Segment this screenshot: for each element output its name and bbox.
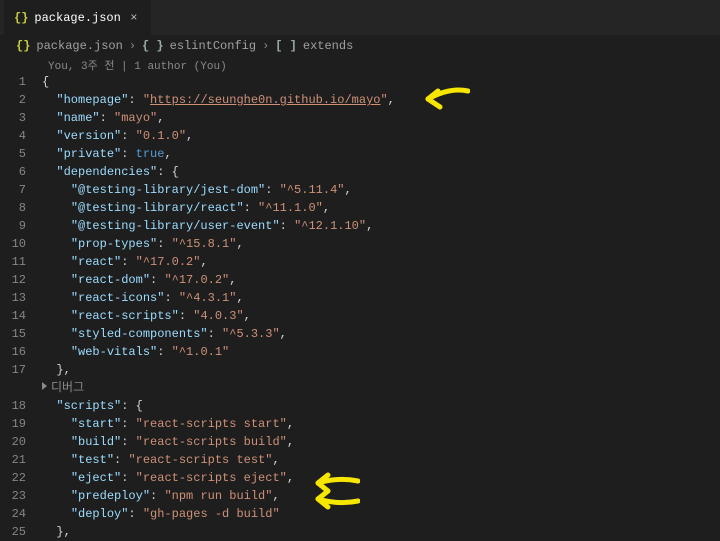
code-content[interactable]: "predeploy": "npm run build", xyxy=(42,487,720,505)
breadcrumbs[interactable]: {} package.json › { } eslintConfig › [ ]… xyxy=(0,35,720,57)
code-content[interactable]: "eject": "react-scripts eject", xyxy=(42,469,720,487)
line-number: 3 xyxy=(0,109,42,127)
code-content[interactable]: "build": "react-scripts build", xyxy=(42,433,720,451)
json-icon: {} xyxy=(14,11,28,25)
code-line[interactable]: 7 "@testing-library/jest-dom": "^5.11.4"… xyxy=(0,181,720,199)
line-number: 25 xyxy=(0,523,42,541)
code-content[interactable]: "react-icons": "^4.3.1", xyxy=(42,289,720,307)
line-number: 17 xyxy=(0,361,42,379)
line-number: 15 xyxy=(0,325,42,343)
triangle-icon xyxy=(42,382,47,390)
code-content[interactable]: "react-dom": "^17.0.2", xyxy=(42,271,720,289)
code-line[interactable]: 1{ xyxy=(0,73,720,91)
line-number: 20 xyxy=(0,433,42,451)
code-content[interactable]: { xyxy=(42,73,720,91)
line-number: 9 xyxy=(0,217,42,235)
code-content[interactable]: "styled-components": "^5.3.3", xyxy=(42,325,720,343)
line-number: 7 xyxy=(0,181,42,199)
line-number: 13 xyxy=(0,289,42,307)
code-content[interactable]: "name": "mayo", xyxy=(42,109,720,127)
code-content[interactable]: "scripts": { xyxy=(42,397,720,415)
code-content[interactable]: "version": "0.1.0", xyxy=(42,127,720,145)
tab-package-json[interactable]: {} package.json × xyxy=(4,0,151,35)
code-line[interactable]: 13 "react-icons": "^4.3.1", xyxy=(0,289,720,307)
code-content[interactable]: "@testing-library/user-event": "^12.1.10… xyxy=(42,217,720,235)
code-line[interactable]: 2 "homepage": "https://seunghe0n.github.… xyxy=(0,91,720,109)
code-line[interactable]: 19 "start": "react-scripts start", xyxy=(0,415,720,433)
line-number: 6 xyxy=(0,163,42,181)
line-number: 2 xyxy=(0,91,42,109)
array-icon: [ ] xyxy=(275,39,297,53)
line-number: 22 xyxy=(0,469,42,487)
code-line[interactable]: 10 "prop-types": "^15.8.1", xyxy=(0,235,720,253)
code-line[interactable]: 5 "private": true, xyxy=(0,145,720,163)
line-number: 5 xyxy=(0,145,42,163)
code-content[interactable]: "@testing-library/jest-dom": "^5.11.4", xyxy=(42,181,720,199)
line-number: 11 xyxy=(0,253,42,271)
code-line[interactable]: 15 "styled-components": "^5.3.3", xyxy=(0,325,720,343)
chevron-right-icon: › xyxy=(129,39,136,53)
code-line[interactable]: 8 "@testing-library/react": "^11.1.0", xyxy=(0,199,720,217)
line-number: 12 xyxy=(0,271,42,289)
line-number: 18 xyxy=(0,397,42,415)
code-line[interactable]: 4 "version": "0.1.0", xyxy=(0,127,720,145)
code-content[interactable]: }, xyxy=(42,523,720,541)
code-line[interactable]: 12 "react-dom": "^17.0.2", xyxy=(0,271,720,289)
code-line[interactable]: 16 "web-vitals": "^1.0.1" xyxy=(0,343,720,361)
code-content[interactable]: "private": true, xyxy=(42,145,720,163)
breadcrumb-section[interactable]: eslintConfig xyxy=(170,39,256,53)
breadcrumb-file[interactable]: package.json xyxy=(36,39,122,53)
json-icon: {} xyxy=(16,39,30,53)
code-line[interactable]: 20 "build": "react-scripts build", xyxy=(0,433,720,451)
close-icon[interactable]: × xyxy=(127,11,141,25)
chevron-right-icon: › xyxy=(262,39,269,53)
debug-codelens[interactable]: 디버그 xyxy=(0,379,720,397)
line-number: 10 xyxy=(0,235,42,253)
code-line[interactable]: 6 "dependencies": { xyxy=(0,163,720,181)
line-number: 14 xyxy=(0,307,42,325)
code-line[interactable]: 11 "react": "^17.0.2", xyxy=(0,253,720,271)
code-content[interactable]: "start": "react-scripts start", xyxy=(42,415,720,433)
code-line[interactable]: 21 "test": "react-scripts test", xyxy=(0,451,720,469)
line-number: 19 xyxy=(0,415,42,433)
code-content[interactable]: "test": "react-scripts test", xyxy=(42,451,720,469)
code-line[interactable]: 23 "predeploy": "npm run build", xyxy=(0,487,720,505)
code-content[interactable]: "deploy": "gh-pages -d build" xyxy=(42,505,720,523)
line-number: 23 xyxy=(0,487,42,505)
code-content[interactable]: "@testing-library/react": "^11.1.0", xyxy=(42,199,720,217)
code-content[interactable]: "react-scripts": "4.0.3", xyxy=(42,307,720,325)
code-line[interactable]: 18 "scripts": { xyxy=(0,397,720,415)
line-number: 21 xyxy=(0,451,42,469)
url-link[interactable]: https://seunghe0n.github.io/mayo xyxy=(150,93,380,107)
code-line[interactable]: 17 }, xyxy=(0,361,720,379)
line-number: 4 xyxy=(0,127,42,145)
code-line[interactable]: 9 "@testing-library/user-event": "^12.1.… xyxy=(0,217,720,235)
code-content[interactable]: "homepage": "https://seunghe0n.github.io… xyxy=(42,91,720,109)
tab-bar: {} package.json × xyxy=(0,0,720,35)
line-number: 24 xyxy=(0,505,42,523)
codelens-author[interactable]: You, 3주 전 | 1 author (You) xyxy=(0,57,720,73)
line-number: 16 xyxy=(0,343,42,361)
line-number: 1 xyxy=(0,73,42,91)
code-line[interactable]: 24 "deploy": "gh-pages -d build" xyxy=(0,505,720,523)
editor-area[interactable]: 1{2 "homepage": "https://seunghe0n.githu… xyxy=(0,73,720,541)
breadcrumb-sub[interactable]: extends xyxy=(303,39,353,53)
code-line[interactable]: 25 }, xyxy=(0,523,720,541)
object-icon: { } xyxy=(142,39,164,53)
code-line[interactable]: 22 "eject": "react-scripts eject", xyxy=(0,469,720,487)
code-line[interactable]: 14 "react-scripts": "4.0.3", xyxy=(0,307,720,325)
code-line[interactable]: 3 "name": "mayo", xyxy=(0,109,720,127)
code-content[interactable]: "dependencies": { xyxy=(42,163,720,181)
tab-title: package.json xyxy=(34,11,120,25)
line-number: 8 xyxy=(0,199,42,217)
code-content[interactable]: "web-vitals": "^1.0.1" xyxy=(42,343,720,361)
code-content[interactable]: "prop-types": "^15.8.1", xyxy=(42,235,720,253)
code-content[interactable]: }, xyxy=(42,361,720,379)
code-content[interactable]: "react": "^17.0.2", xyxy=(42,253,720,271)
